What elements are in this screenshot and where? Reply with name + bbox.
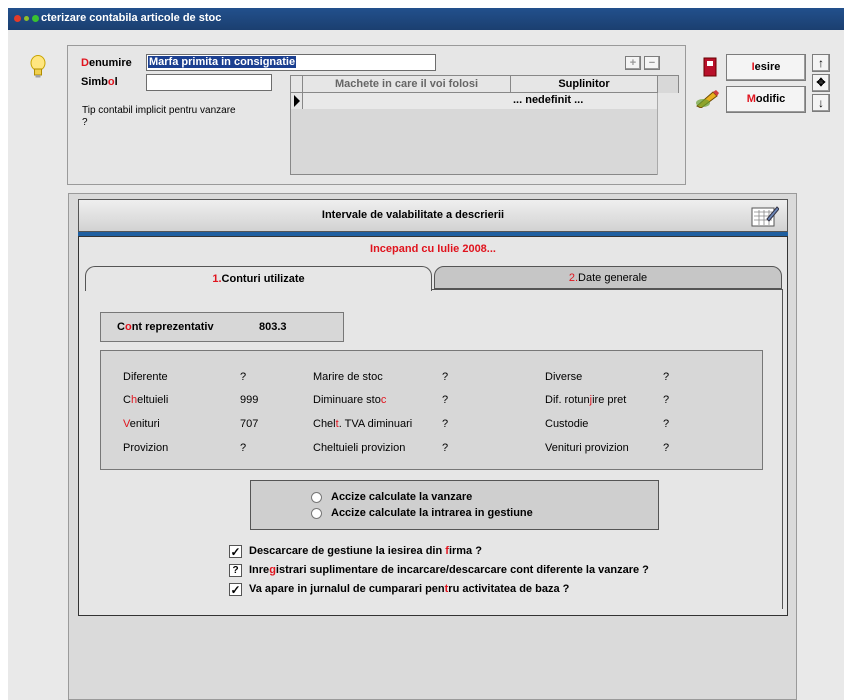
accize-radio-group: Accize calculate la vanzare Accize calcu… — [250, 480, 659, 530]
marire-stoc-value[interactable]: ? — [442, 371, 448, 383]
arrow-up-icon[interactable]: ↑ — [812, 54, 830, 72]
valid-period-label: Incepand cu Iulie 2008... — [370, 243, 496, 255]
checkbox-jurnal[interactable]: ✓ — [229, 583, 242, 596]
add-icon[interactable]: + — [625, 56, 641, 70]
calendar-edit-icon[interactable] — [751, 205, 779, 227]
check-descarcare-gestiune[interactable]: ✓ Descarcare de gestiune la iesirea din … — [229, 544, 749, 560]
chelt-tva-label: Chelt. TVA diminuari — [313, 418, 413, 430]
simbol-label: Simbol — [81, 76, 118, 88]
venituri-provizion-value[interactable]: ? — [663, 442, 669, 454]
machete-grid[interactable]: Machete in care il voi folosi Suplinitor… — [290, 75, 679, 175]
dif-rotunjire-label: Dif. rotunjire pret — [545, 394, 627, 406]
diferente-value[interactable]: ? — [240, 371, 246, 383]
custodie-label: Custodie — [545, 418, 589, 430]
modific-button[interactable]: Modific — [726, 86, 806, 113]
arrow-down-icon[interactable]: ↓ — [812, 94, 830, 112]
cheltuieli-provizion-value[interactable]: ? — [442, 442, 448, 454]
diminuare-stoc-value[interactable]: ? — [442, 394, 448, 406]
table-row[interactable]: ... nedefinit ... — [303, 93, 658, 109]
minimize-dot-icon[interactable] — [24, 16, 29, 21]
checkbox-inregistrari[interactable]: ? — [229, 564, 242, 577]
grid-header-machete[interactable]: Machete in care il voi folosi — [303, 76, 511, 93]
iesire-button[interactable]: Iesire — [726, 54, 806, 81]
diverse-value[interactable]: ? — [663, 371, 669, 383]
diverse-label: Diverse — [545, 371, 583, 383]
jurnal-label: Va apare in jurnalul de cumparari pentru… — [249, 583, 570, 595]
radio-accize-vanzare[interactable] — [311, 492, 322, 503]
check-inregistrari-suplimentare[interactable]: ? Inregistrari suplimentare de incarcare… — [229, 563, 749, 579]
intervals-title: Intervale de valabilitate a descrierii — [321, 209, 505, 221]
simbol-field[interactable] — [146, 74, 272, 91]
maximize-dot-icon[interactable] — [32, 15, 39, 22]
chelt-tva-value[interactable]: ? — [442, 418, 448, 430]
tab-conturi-utilizate[interactable]: 1.Conturi utilizate — [85, 266, 432, 291]
cont-reprezentativ-value: 803.3 — [259, 321, 287, 333]
lightbulb-icon[interactable] — [30, 55, 46, 79]
move-icon[interactable]: ✥ — [812, 74, 830, 92]
inregistrari-label: Inregistrari suplimentare de incarcare/d… — [249, 564, 649, 576]
diminuare-stoc-label: Diminuare stoc — [313, 394, 387, 406]
grid-header-suplinitor[interactable]: Suplinitor — [511, 76, 658, 93]
custodie-value[interactable]: ? — [663, 418, 669, 430]
accounts-panel: Diferente ? Marire de stoc ? Diverse ? C… — [100, 350, 763, 470]
provizion-label: Provizion — [123, 442, 169, 454]
remove-icon[interactable]: − — [644, 56, 660, 70]
tip-contabil-label: Tip contabil implicit pentru vanzare — [82, 105, 236, 116]
denumire-field[interactable]: Marfa primita in consignatie — [146, 54, 436, 71]
accize-vanzare-label: Accize calculate la vanzare — [331, 491, 473, 503]
descarcare-label: Descarcare de gestiune la iesirea din fi… — [249, 545, 482, 557]
diferente-label: Diferente — [123, 371, 168, 383]
tip-contabil-value[interactable]: ? — [82, 117, 88, 128]
row-suplinitor-value: ... nedefinit ... — [513, 94, 584, 106]
cheltuieli-label: Cheltuieli — [123, 394, 169, 406]
window-title: cterizare contabila articole de stoc — [41, 12, 222, 24]
denumire-label: Denumire — [81, 57, 132, 69]
cheltuieli-value[interactable]: 999 — [240, 394, 258, 406]
venituri-provizion-label: Venituri provizion — [545, 442, 629, 454]
check-jurnal-cumparari[interactable]: ✓ Va apare in jurnalul de cumparari pent… — [229, 582, 749, 598]
row-pointer-icon — [291, 93, 303, 109]
dif-rotunjire-value[interactable]: ? — [663, 394, 669, 406]
intervals-header[interactable]: Intervale de valabilitate a descrierii — [78, 199, 788, 232]
checkbox-descarcare[interactable]: ✓ — [229, 545, 242, 558]
tab-date-generale[interactable]: 2.Date generale — [434, 266, 782, 289]
provizion-value[interactable]: ? — [240, 442, 246, 454]
radio-accize-intrare[interactable] — [311, 508, 322, 519]
edit-pencil-icon[interactable] — [695, 88, 723, 108]
venituri-label: Venituri — [123, 418, 160, 430]
grid-scrollbar[interactable] — [657, 93, 679, 175]
cont-reprezentativ-label: Cont reprezentativ — [117, 321, 214, 333]
venituri-value[interactable]: 707 — [240, 418, 258, 430]
cont-reprezentativ-box[interactable]: Cont reprezentativ 803.3 — [100, 312, 344, 342]
marire-stoc-label: Marire de stoc — [313, 371, 383, 383]
window-title-bar[interactable]: cterizare contabila articole de stoc — [8, 8, 844, 30]
cheltuieli-provizion-label: Cheltuieli provizion — [313, 442, 406, 454]
door-exit-icon[interactable] — [703, 57, 717, 77]
accize-intrare-label: Accize calculate la intrarea in gestiune — [331, 507, 533, 519]
denumire-value: Marfa primita in consignatie — [148, 56, 297, 68]
close-dot-icon[interactable] — [14, 15, 21, 22]
